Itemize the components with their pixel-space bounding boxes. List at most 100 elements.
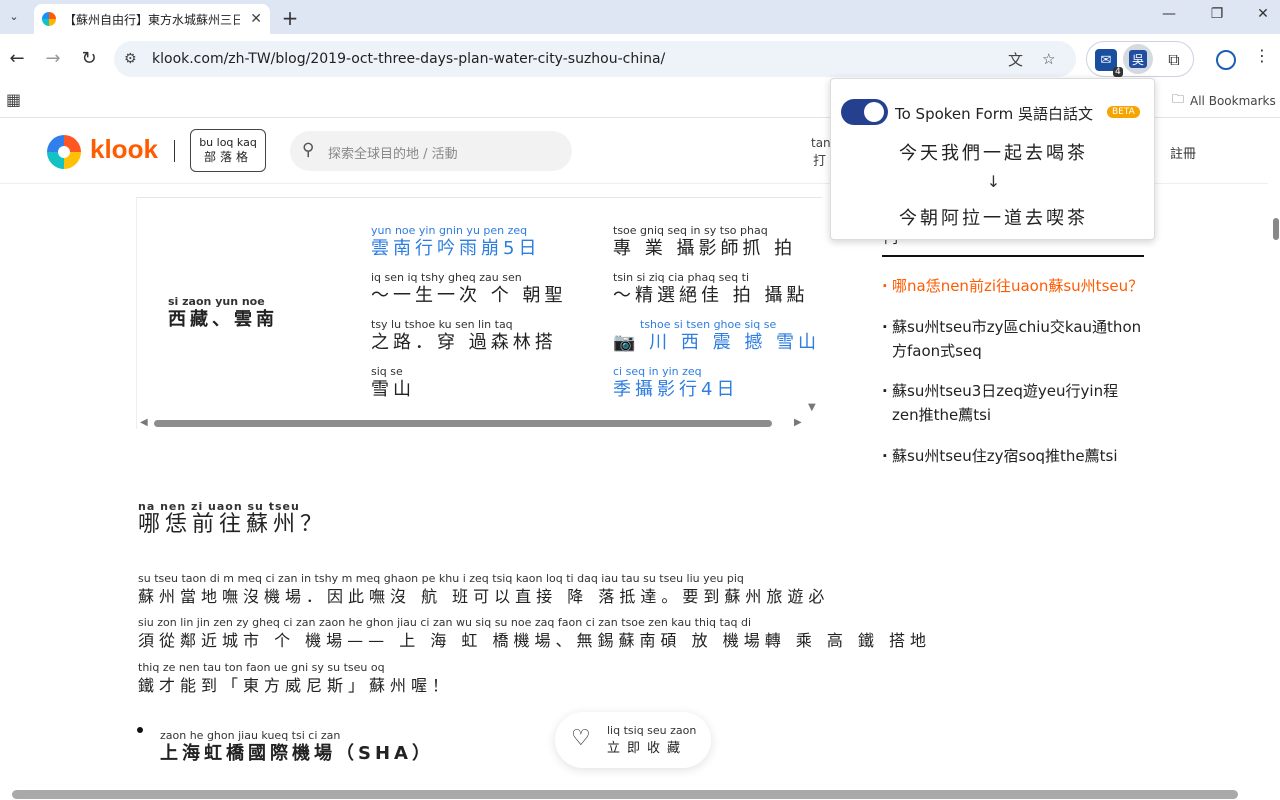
forward-icon[interactable]: → (41, 48, 65, 69)
heart-icon: ♡ (571, 726, 591, 751)
scroll-down-icon[interactable]: ▼ (808, 402, 816, 413)
line-ruby: su tseu taon di m meq ci zan in tshy m m… (138, 572, 744, 585)
new-tab-icon[interactable]: + (280, 6, 300, 30)
table-cell-link[interactable]: yun noe yin gnin yu pen zeq 雲南行吟雨崩5日 (371, 219, 540, 260)
tab-strip: ⌄ 【蘇州自由行】東方水城蘇州三日 ✕ + — ❐ ✕ (0, 0, 1280, 34)
restore-icon[interactable]: ❐ (1202, 6, 1232, 22)
extension-icon[interactable]: ✉ 4 (1095, 49, 1123, 77)
cell-text[interactable]: 雲南行吟雨崩5日 (371, 238, 540, 260)
close-tab-icon[interactable]: ✕ (250, 11, 262, 27)
folder-icon: 🗀 (1172, 92, 1185, 106)
cell-ruby: tsin si ziq cia phaq seq ti (613, 271, 750, 284)
search-placeholder[interactable]: 探索全球目的地 / 活動 (328, 143, 458, 162)
search-icon: ⚲ (302, 140, 315, 160)
bookmark-star-icon[interactable]: ☆ (1042, 50, 1055, 68)
paragraph-line: siu zon lin jin zen zy gheq ci zan zaon … (138, 612, 931, 652)
sidebar-item-route[interactable]: 哪na恁nen前zi往uaon蘇su州tseu？ (882, 274, 1144, 298)
line-text: 鐵才能到「東方威尼斯」蘇州喔！ (138, 676, 454, 695)
blog-badge-label: 部落格 (203, 149, 252, 164)
sidebar-divider (882, 255, 1144, 257)
horizontal-scrollbar[interactable] (12, 790, 1238, 799)
blog-badge[interactable]: bu loq kaq 部落格 (190, 129, 266, 172)
arrow-down-icon: ↓ (986, 172, 1001, 191)
row-label-ruby: si zaon yun noe (168, 295, 265, 308)
cell-ruby: tshoe si tsen ghoe siq se (640, 318, 777, 331)
table-cell: siq se 雪山 (371, 360, 415, 401)
blog-badge-ruby: bu loq kaq (199, 135, 257, 149)
cell-text[interactable]: 川 西 震 撼 雪山 (649, 332, 820, 353)
address-bar[interactable]: ⚙ klook.com/zh-TW/blog/2019-oct-three-da… (114, 41, 1076, 77)
extension-popup: To Spoken Form 吳語白話文 BETA 今天我們一起去喝茶 ↓ 今朝… (830, 78, 1155, 240)
line-ruby: siu zon lin jin zen zy gheq ci zan zaon … (138, 616, 752, 629)
scroll-right-icon[interactable]: ▶ (794, 417, 802, 428)
page-scrollbar-thumb[interactable] (1273, 218, 1279, 240)
row-label-text: 西藏、雲南 (168, 309, 278, 330)
site-search[interactable]: ⚲ 探索全球目的地 / 活動 (290, 131, 572, 171)
klook-logo-icon[interactable] (47, 135, 81, 169)
line-text: 須從鄰近城市 个 機場—— 上 海 虹 橋機場、無錫蘇南碩 放 機場轉 乘 高 … (138, 631, 932, 650)
minimize-icon[interactable]: — (1154, 6, 1184, 22)
table-cell-link[interactable]: ci seq in yin zeq 季攝影行4日 (613, 360, 738, 401)
cell-text: ～精選絕佳 拍 攝點 (613, 285, 809, 306)
cell-text[interactable]: 季攝影行4日 (613, 379, 738, 401)
klook-logo-text[interactable]: klook (90, 134, 158, 165)
cell-text: 之路．穿 過森林搭 (371, 332, 557, 353)
save-ruby: liq tsiq seu zaon (607, 724, 697, 737)
cell-ruby: yun noe yin gnin yu pen zeq (371, 224, 528, 237)
sidebar-item-transport[interactable]: 蘇su州tseu市zy區chiu交kau通thon方faon式seq (882, 315, 1144, 363)
puzzle-extensions-icon[interactable]: ⧉ (1163, 49, 1185, 71)
scroll-left-icon[interactable]: ◀ (140, 417, 148, 428)
paragraph-line: su tseu taon di m meq ci zan in tshy m m… (138, 568, 829, 608)
cell-text: ～一生一次 个 朝聖 (371, 285, 567, 306)
line-text: 蘇州當地嘸沒機場．因此嘸沒 航 班可以直接 降 落抵達。要到蘇州旅遊必 (138, 587, 830, 606)
table-cell-link[interactable]: tshoe si tsen ghoe siq se 📷 川 西 震 撼 雪山 (613, 313, 820, 354)
tab-title: 【蘇州自由行】東方水城蘇州三日 (64, 12, 240, 27)
profile-avatar-icon[interactable] (1216, 50, 1236, 70)
apps-grid-icon[interactable]: ▦ (6, 90, 21, 109)
heading-text: 哪恁前往蘇州？ (138, 512, 328, 537)
menu-kebab-icon[interactable]: ⋮ (1254, 46, 1270, 65)
all-bookmarks-button[interactable]: 🗀 All Bookmarks (1172, 90, 1276, 111)
site-info-icon[interactable]: ⚙ (124, 51, 137, 67)
cell-ruby: iq sen iq tshy gheq zau sen (371, 271, 522, 284)
paragraph-line: thiq ze nen tau ton faon ue gni sy su ts… (138, 657, 453, 697)
table-cell: tsin si ziq cia phaq seq ti ～精選絕佳 拍 攝點 (613, 266, 808, 307)
cell-text: 專 業 攝影師抓 拍 (613, 238, 797, 259)
reload-icon[interactable]: ↻ (77, 48, 101, 69)
wu-extension-glyph: 吳 (1129, 50, 1147, 68)
table-cell: tsoe gniq seq in sy tso phaq 專 業 攝影師抓 拍 (613, 219, 796, 260)
tab-search-icon[interactable]: ⌄ (4, 6, 24, 26)
table-row-label: si zaon yun noe 西藏、雲南 (168, 290, 278, 331)
extension-badge: 4 (1113, 67, 1123, 77)
converted-sentence: 今朝阿拉一道去喫茶 (899, 208, 1088, 229)
translate-icon[interactable]: 文 (1008, 49, 1023, 70)
extensions-group: ✉ 4 吳 ⧉ (1086, 41, 1194, 77)
browser-toolbar: ← → ↻ ⚙ klook.com/zh-TW/blog/2019-oct-th… (0, 34, 1280, 84)
url-text[interactable]: klook.com/zh-TW/blog/2019-oct-three-days… (152, 51, 665, 67)
save-label: 立即收藏 (607, 741, 688, 756)
table-cell: iq sen iq tshy gheq zau sen ～一生一次 个 朝聖 (371, 266, 566, 307)
logo-divider (174, 140, 175, 162)
wu-extension-icon[interactable]: 吳 (1123, 44, 1153, 74)
all-bookmarks-label: All Bookmarks (1190, 93, 1276, 108)
cell-ruby: siq se (371, 365, 403, 378)
back-icon[interactable]: ← (5, 48, 29, 69)
header-link-ruby: tan (811, 136, 831, 150)
register-link[interactable]: 註冊 (1170, 143, 1196, 162)
bullet-ruby: zaon he ghon jiau kueq tsi ci zan (160, 729, 341, 742)
cell-text: 雪山 (371, 379, 415, 400)
cell-ruby: ci seq in yin zeq (613, 365, 702, 378)
section-heading: na nen zi uaon su tseu 哪恁前往蘇州？ (138, 495, 327, 536)
active-tab[interactable]: 【蘇州自由行】東方水城蘇州三日 ✕ (34, 4, 270, 34)
source-sentence: 今天我們一起去喝茶 (899, 143, 1088, 164)
sidebar-item-itinerary[interactable]: 蘇su州tseu3日zeq遊yeu行yin程zen推the薦tsi (882, 379, 1144, 427)
header-link[interactable]: 打 (813, 150, 826, 169)
table-scrollbar-thumb[interactable] (154, 420, 772, 427)
cell-ruby: tsoe gniq seq in sy tso phaq (613, 224, 768, 237)
save-button[interactable]: ♡ liq tsiq seu zaon 立即收藏 (555, 712, 711, 768)
sidebar-item-stay[interactable]: 蘇su州tseu住zy宿soq推the薦tsi (882, 444, 1144, 468)
beta-badge: BETA (1107, 106, 1140, 118)
klook-favicon-icon (42, 12, 56, 26)
close-window-icon[interactable]: ✕ (1248, 6, 1278, 22)
spoken-form-toggle[interactable] (841, 99, 888, 125)
